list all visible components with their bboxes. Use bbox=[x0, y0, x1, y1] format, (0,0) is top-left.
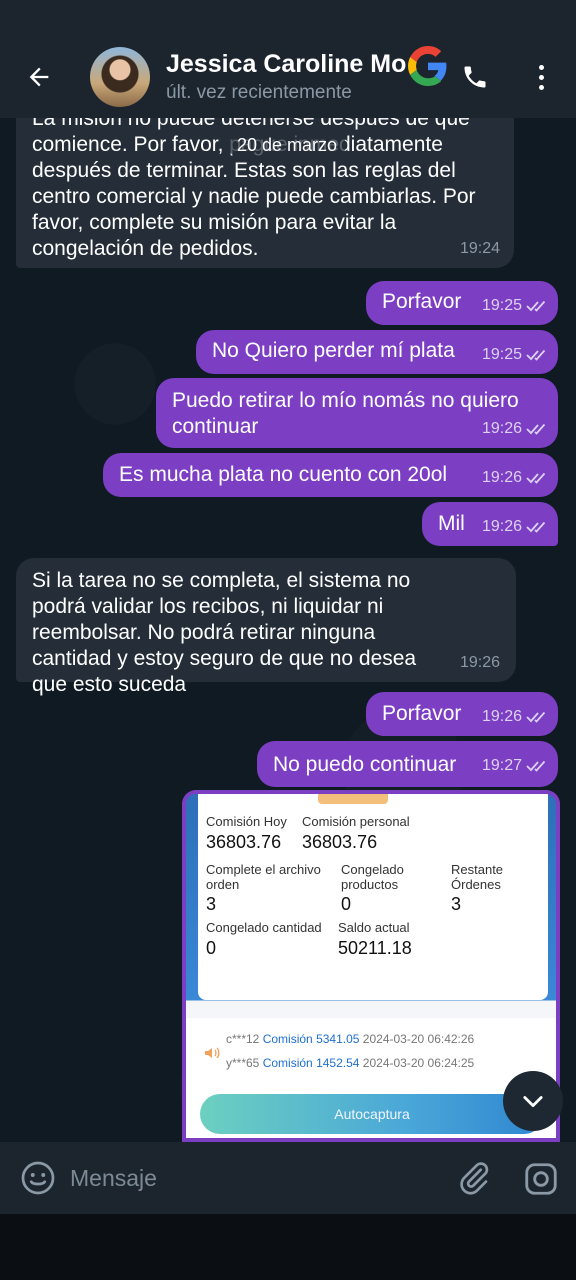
log-amount: 1452.54 bbox=[316, 1056, 360, 1070]
more-options-button[interactable] bbox=[526, 58, 556, 96]
log-user: y***65 bbox=[226, 1056, 260, 1070]
log-datetime: 2024-03-20 06:42:26 bbox=[362, 1032, 475, 1046]
scroll-down-button[interactable] bbox=[503, 1071, 563, 1131]
message-outgoing[interactable]: Porfavor 19:25 bbox=[366, 281, 558, 325]
paperclip-icon[interactable] bbox=[456, 1160, 492, 1196]
message-time: 19:26 bbox=[481, 420, 522, 437]
message-time: 19:25 bbox=[481, 346, 522, 363]
log-entry: c***12 Comisión 5341.05 2024-03-20 06:42… bbox=[226, 1032, 474, 1046]
more-vert-dot bbox=[538, 74, 544, 80]
log-amount: 5341.05 bbox=[316, 1032, 360, 1046]
emoji-icon[interactable] bbox=[20, 1160, 56, 1196]
message-outgoing[interactable]: No puedo continuar 19:27 bbox=[257, 741, 558, 787]
message-outgoing[interactable]: Porfavor 19:26 bbox=[366, 692, 558, 736]
message-outgoing[interactable]: Puedo retirar lo mío nomás no quiero con… bbox=[156, 378, 558, 448]
message-incoming[interactable]: Si la tarea no se completa, el sistema n… bbox=[16, 558, 516, 696]
double-check-icon bbox=[526, 760, 546, 772]
contact-status: últ. vez recientemente bbox=[166, 82, 352, 103]
stat-label: Complete el archivo orden bbox=[206, 862, 321, 892]
stat-value: 3 bbox=[206, 894, 217, 914]
double-check-icon bbox=[526, 521, 546, 533]
message-time: 19:26 bbox=[459, 654, 500, 671]
google-icon[interactable] bbox=[408, 46, 448, 86]
message-image[interactable]: Comisión Hoy 36803.76 Comisión personal … bbox=[182, 790, 560, 1142]
message-time: 19:26 bbox=[481, 469, 522, 486]
stats-card: Comisión Hoy 36803.76 Comisión personal … bbox=[198, 794, 548, 1000]
more-vert-dot bbox=[538, 84, 544, 90]
message-outgoing[interactable]: No Quiero perder mí plata 19:25 bbox=[196, 330, 558, 374]
message-text: Si la tarea no se completa, el sistema n… bbox=[32, 569, 417, 696]
double-check-icon bbox=[526, 300, 546, 312]
avatar[interactable] bbox=[90, 47, 150, 107]
call-button[interactable] bbox=[456, 58, 494, 96]
stat-label: Congelado productos bbox=[341, 862, 404, 892]
stat-value: 3 bbox=[451, 894, 462, 914]
double-check-icon bbox=[526, 423, 546, 435]
tag-decor bbox=[318, 794, 388, 804]
message-time: 19:26 bbox=[481, 708, 522, 725]
message-outgoing[interactable]: Mil 19:26 bbox=[422, 502, 558, 546]
message-text: La misión no puede detenerse después de … bbox=[32, 107, 476, 260]
message-time: 19:27 bbox=[481, 757, 522, 774]
log-user: c***12 bbox=[226, 1032, 260, 1046]
log-label: Comisión bbox=[262, 1032, 313, 1046]
speaker-icon bbox=[205, 1047, 220, 1059]
message-text: Puedo retirar lo mío nomás no quiero con… bbox=[172, 389, 519, 438]
message-input[interactable] bbox=[70, 1160, 440, 1196]
system-nav-bar bbox=[0, 1214, 576, 1280]
stat-value: 36803.76 bbox=[206, 832, 282, 852]
double-check-icon bbox=[526, 472, 546, 484]
back-button[interactable] bbox=[20, 58, 58, 96]
stat-label: Congelado cantidad bbox=[206, 920, 322, 935]
stat-label: Comisión personal bbox=[302, 814, 410, 829]
message-outgoing[interactable]: Es mucha plata no cuento con 20ol 19:26 bbox=[103, 453, 558, 497]
stat-value: 36803.76 bbox=[302, 832, 378, 852]
stat-label: Restante Órdenes bbox=[451, 862, 504, 892]
chevron-down-icon bbox=[523, 1096, 543, 1108]
chat-header: Jessica Caroline Mo últ. vez recientemen… bbox=[0, 0, 576, 118]
stat-label: Comisión Hoy bbox=[206, 814, 287, 829]
camera-icon[interactable] bbox=[522, 1160, 560, 1198]
log-datetime: 2024-03-20 06:24:25 bbox=[362, 1056, 475, 1070]
screenshot-image: Comisión Hoy 36803.76 Comisión personal … bbox=[186, 794, 556, 1138]
back-arrow-icon bbox=[29, 67, 49, 87]
double-check-icon bbox=[526, 349, 546, 361]
autocaptura-button: Autocaptura bbox=[200, 1094, 544, 1134]
commission-log: c***12 Comisión 5341.05 2024-03-20 06:42… bbox=[186, 1018, 556, 1138]
contact-name[interactable]: Jessica Caroline Mo bbox=[166, 50, 412, 82]
message-time: 19:26 bbox=[481, 518, 522, 535]
date-chip: 20 de marzo bbox=[228, 132, 346, 158]
stat-value: 0 bbox=[206, 938, 217, 958]
stat-value: 50211.18 bbox=[338, 938, 412, 958]
message-time: 19:24 bbox=[459, 240, 500, 257]
log-label: Comisión bbox=[262, 1056, 313, 1070]
double-check-icon bbox=[526, 711, 546, 723]
more-vert-icon bbox=[538, 64, 544, 70]
stat-label: Saldo actual bbox=[338, 920, 410, 935]
stat-value: 0 bbox=[341, 894, 352, 914]
message-composer bbox=[0, 1142, 576, 1214]
message-text: Es mucha plata no cuento con 20ol bbox=[119, 463, 448, 486]
log-entry: y***65 Comisión 1452.54 2024-03-20 06:24… bbox=[226, 1056, 474, 1070]
phone-icon bbox=[464, 66, 486, 88]
message-time: 19:25 bbox=[481, 297, 522, 314]
